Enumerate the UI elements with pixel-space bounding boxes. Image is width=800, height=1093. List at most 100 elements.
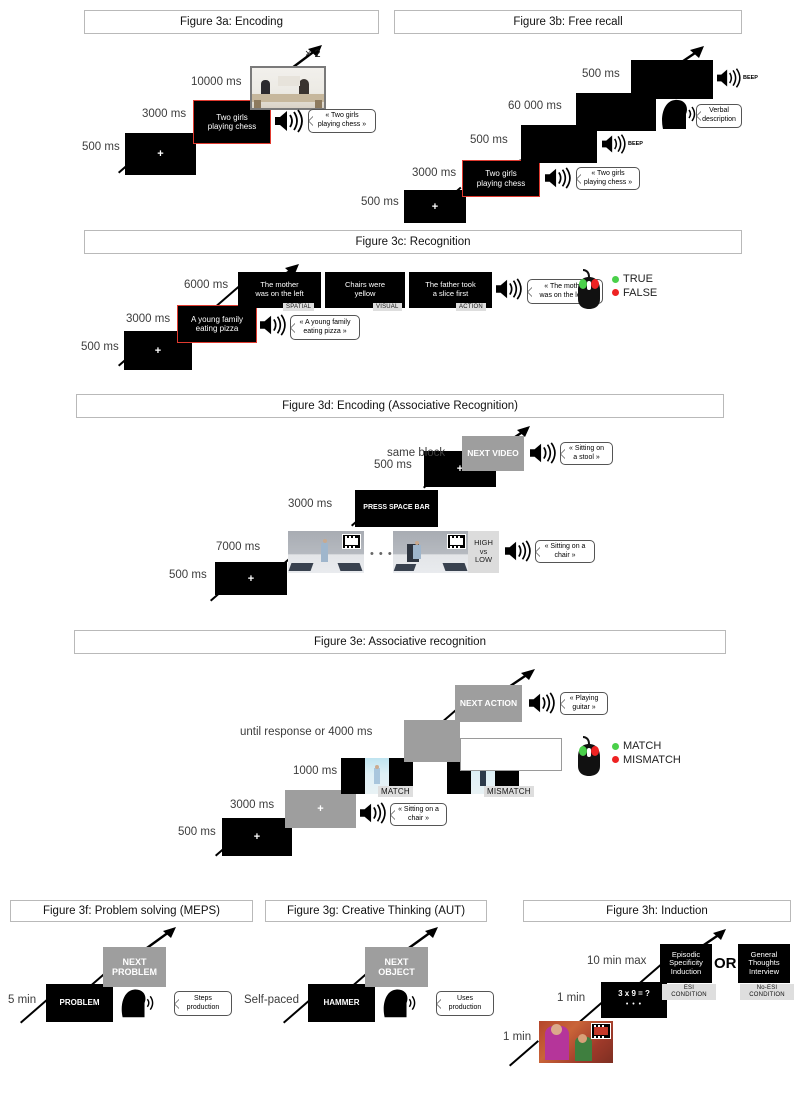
screen-general-interview-3h-text: General Thoughts Interview (748, 949, 780, 976)
film-frame (594, 1027, 608, 1035)
duration-until-response-3e: until response or 4000 ms (240, 726, 373, 738)
duration-500ms-3b-2: 500 ms (470, 134, 508, 146)
film-icon (342, 534, 361, 549)
speaker-icon (260, 314, 286, 336)
condition-tag-action: ACTION (456, 303, 486, 311)
response-legend-3e: MATCH MISMATCH (612, 740, 681, 768)
duration-self-paced-3g: Self-paced (244, 994, 299, 1006)
same-block-label-3d: same block (387, 447, 446, 459)
film-hole (594, 1024, 596, 1027)
person-left-figure (261, 80, 270, 95)
fixation-cross: + (253, 831, 261, 843)
panel-title-3f: Figure 3f: Problem solving (MEPS) (10, 900, 253, 922)
screen-math-3h-text: 3 x 9 = ? (618, 989, 650, 998)
mouse-icon[interactable] (572, 735, 608, 777)
background-shelf (278, 76, 300, 86)
film-hole (345, 545, 347, 548)
film-hole (345, 535, 347, 538)
screen-video-end-3d (393, 531, 469, 573)
screen-cue-3b: Two girls playing chess (462, 160, 540, 197)
duration-1min-3h-2: 1 min (557, 992, 586, 1004)
film-hole (598, 1024, 600, 1027)
screen-next-object-3g: NEXT OBJECT (365, 947, 428, 987)
duration-10000ms-3a: 10000 ms (191, 76, 242, 88)
condition-tag-visual: VISUAL (373, 303, 402, 311)
legend-label-true: TRUE (623, 273, 653, 285)
duration-500ms-3b: 500 ms (361, 196, 399, 208)
child-head (578, 1034, 587, 1043)
duration-3000ms-3e: 3000 ms (230, 799, 275, 811)
speaker-icon (275, 109, 303, 133)
fixation-cross: + (317, 803, 324, 815)
duration-60000ms-3b: 60 000 ms (508, 100, 562, 112)
legend-item-true: TRUE (612, 273, 657, 287)
legend-label-mismatch: MISMATCH (623, 753, 681, 766)
grandma-head (551, 1024, 562, 1035)
speaker-icon (530, 442, 556, 464)
speech-bubble-3a: « Two girls playing chess » (308, 109, 376, 133)
connector-line (509, 1040, 539, 1067)
duration-1min-3h-1: 1 min (503, 1031, 532, 1043)
screen-next-problem-3f-text: NEXT PROBLEM (112, 956, 157, 977)
speech-bubble-3b-verbal: Verbal description (696, 104, 742, 128)
panel-title-3e-text: Figure 3e: Associative recognition (314, 636, 486, 648)
floor-mat-right (442, 563, 468, 571)
response-frame-3e (460, 738, 562, 771)
panel-title-3e: Figure 3e: Associative recognition (74, 630, 726, 654)
speaker-icon (529, 692, 555, 714)
rating-scale-3d[interactable]: HIGH vs LOW (468, 531, 499, 573)
screen-problem-3f: PROBLEM (46, 984, 113, 1022)
screen-blank-3b-2 (631, 60, 713, 99)
fixation-cross: + (157, 148, 164, 160)
film-hole (458, 545, 460, 548)
screen-fixation-3e: + (222, 818, 292, 856)
screen-math-3h-ellipsis: • • • (625, 1001, 643, 1008)
repeat-label-3a: × 2 (305, 48, 321, 60)
speech-bubble-3e-guitar: « Playing guitar » (560, 692, 608, 715)
screen-fixation-3a: + (125, 133, 196, 175)
speaker-icon (496, 278, 522, 300)
panel-title-3d: Figure 3d: Encoding (Associative Recogni… (76, 394, 724, 418)
film-hole (349, 545, 351, 548)
duration-500ms-3a: 500 ms (82, 141, 120, 153)
speaker-icon (545, 167, 571, 189)
avatar-head (375, 765, 379, 769)
screen-press-space-3d: PRESS SPACE BAR (355, 490, 438, 527)
film-hole (602, 1035, 604, 1038)
condition-tag-esi: ESI CONDITION (662, 984, 716, 1001)
film-frame (450, 538, 463, 545)
screen-math-3h: 3 x 9 = ? • • • (601, 982, 667, 1018)
screen-next-video-3d: NEXT VIDEO (462, 436, 524, 471)
legend-item-mismatch: MISMATCH (612, 754, 681, 768)
film-hole (450, 545, 452, 548)
legend-dot-green (612, 742, 619, 750)
screen-esi-induction-3h: Episodic Specificity Induction (660, 944, 712, 983)
screen-object-3g-text: HAMMER (323, 998, 360, 1008)
duration-500ms-3e: 500 ms (178, 826, 216, 838)
film-hole (594, 1035, 596, 1038)
speech-bubble-3d-stool: « Sitting on a stool » (560, 442, 613, 465)
screen-problem-3f-text: PROBLEM (59, 998, 100, 1008)
speech-bubble-3c-cue: « A young family eating pizza » (290, 315, 360, 340)
speaker-icon (505, 540, 531, 562)
floor-mat-left (288, 563, 314, 571)
duration-3000ms-3c: 3000 ms (126, 313, 171, 325)
probe-tag-match: MATCH (378, 786, 413, 797)
mouse-icon[interactable] (572, 268, 608, 310)
duration-500ms-3b-3: 500 ms (582, 68, 620, 80)
panel-title-3g-text: Figure 3g: Creative Thinking (AUT) (286, 905, 466, 917)
speaker-icon (360, 802, 386, 824)
film-hole (458, 535, 460, 538)
screen-esi-induction-3h-text: Episodic Specificity Induction (669, 949, 703, 976)
duration-3000ms-3a: 3000 ms (142, 108, 187, 120)
legend-dot-red (612, 289, 619, 297)
rating-scale-3d-text: HIGH vs LOW (474, 538, 493, 565)
chair-right (315, 100, 322, 108)
person-right-figure (299, 79, 309, 95)
condition-tag-spatial: SPATIAL (283, 303, 315, 311)
screen-press-space-3d-text: PRESS SPACE BAR (363, 504, 430, 512)
panel-title-3c: Figure 3c: Recognition (84, 230, 742, 254)
duration-3000ms-3d: 3000 ms (288, 498, 333, 510)
film-hole (602, 1024, 604, 1027)
legend-dot-red (612, 756, 619, 764)
